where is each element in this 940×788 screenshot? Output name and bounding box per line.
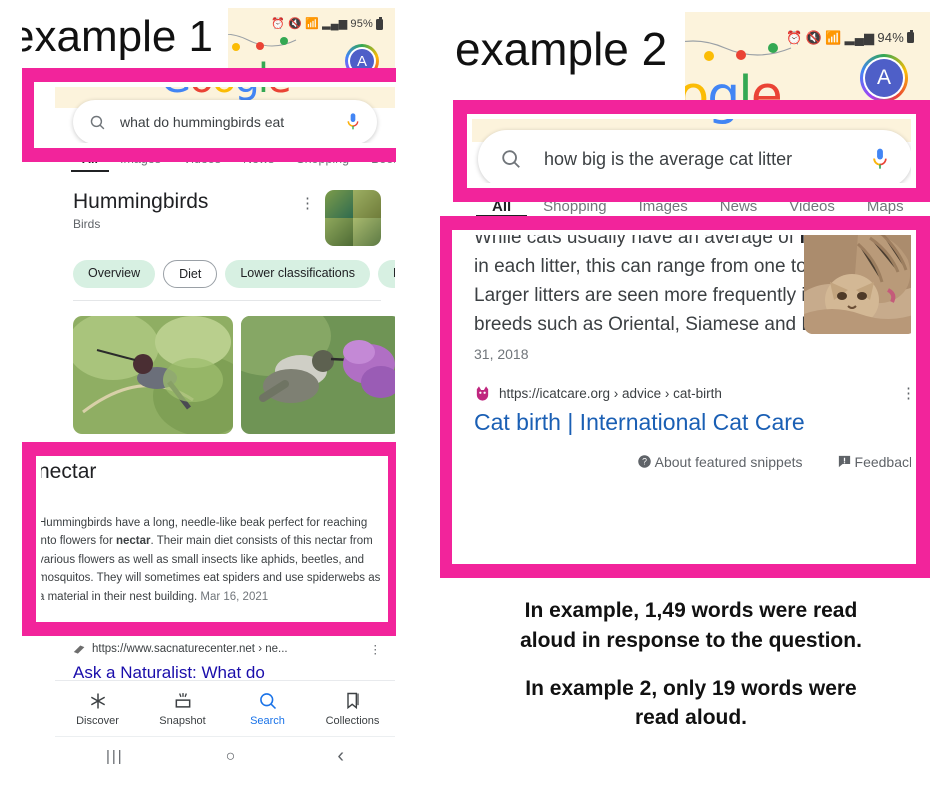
divider [73, 300, 381, 301]
mute-icon: 🔇 [805, 30, 823, 45]
example1-result-url: https://www.sacnaturecenter.net › ne... [92, 643, 288, 655]
battery-icon [376, 16, 383, 30]
more-vertical-icon[interactable]: ⋮ [370, 642, 382, 656]
highlight-box-example2-search [453, 100, 930, 202]
example1-label: example 1 [10, 12, 214, 61]
example2-status-bar: ⏰ 🔇 📶 ▂▄▆ 94% [786, 30, 914, 45]
nav-discover-label: Discover [76, 714, 119, 727]
more-vertical-icon[interactable]: ⋮ [300, 196, 315, 211]
chip-hu[interactable]: Hu [377, 260, 395, 288]
search-icon [259, 692, 276, 709]
site-favicon-icon [73, 644, 85, 654]
signal-icon: ▂▄▆ [322, 17, 348, 30]
snapshot-icon [175, 692, 190, 708]
alarm-icon: ⏰ [271, 17, 286, 30]
avatar-letter: A [876, 66, 891, 89]
chip-lower-classifications[interactable]: Lower classifications [225, 260, 370, 288]
recents-icon[interactable]: ||| [106, 748, 124, 765]
mute-icon: 🔇 [288, 17, 303, 30]
asterisk-icon [90, 693, 105, 708]
caption-line-4: read aloud. [634, 706, 748, 730]
caption-line-3: In example 2, only 19 words were [525, 676, 857, 700]
knowledge-panel-header: Hummingbirds Birds ⋮ [73, 190, 381, 246]
chip-diet[interactable]: Diet [163, 260, 218, 288]
hummingbird-photo-strip[interactable] [73, 316, 395, 434]
wifi-icon: 📶 [305, 17, 320, 30]
example1-bottom-nav[interactable]: Discover Snapshot Search Collections [55, 680, 395, 736]
chip-overview[interactable]: Overview [73, 260, 156, 288]
knowledge-panel-thumbnail[interactable] [325, 190, 381, 246]
signal-icon: ▂▄▆ [844, 30, 875, 45]
nav-search[interactable]: Search [225, 681, 310, 736]
nav-collections-label: Collections [325, 714, 380, 727]
highlight-box-example1-search [20, 68, 438, 162]
wifi-icon: 📶 [825, 30, 842, 45]
home-icon[interactable]: ○ [226, 748, 236, 766]
gutter-white-area [396, 0, 440, 788]
left-white-area [0, 0, 22, 788]
nav-collections[interactable]: Collections [310, 681, 395, 736]
nav-snapshot[interactable]: Snapshot [140, 681, 225, 736]
android-system-nav[interactable]: ||| ○ ‹ [55, 736, 395, 776]
battery-icon [907, 30, 914, 43]
battery-percent: 95% [350, 18, 373, 30]
hummingbird-photo-1[interactable] [73, 316, 233, 434]
example1-status-bar: ⏰ 🔇 📶 ▂▄▆ 95% [271, 16, 383, 30]
slide-canvas: ⏰ 🔇 📶 ▂▄▆ 95% A Google what do hummingbi… [0, 0, 940, 788]
highlight-box-example1-answer [22, 442, 402, 636]
example1-result-url-row[interactable]: https://www.sacnaturecenter.net › ne... … [73, 642, 381, 656]
slide-caption: In example, 1,49 words were read aloud i… [448, 596, 934, 733]
nav-snapshot-label: Snapshot [159, 714, 206, 727]
bookmark-icon [346, 692, 359, 709]
back-icon[interactable]: ‹ [337, 745, 344, 768]
hummingbird-photo-2[interactable] [241, 316, 395, 434]
caption-line-2: aloud in response to the question. [520, 628, 862, 652]
avatar-initial-circle: A [865, 59, 903, 97]
nav-search-label: Search [250, 714, 285, 727]
knowledge-panel-chips[interactable]: Overview Diet Lower classifications Hu [73, 260, 395, 288]
avatar-letter: A [356, 52, 367, 70]
example2-avatar[interactable]: A [860, 54, 908, 102]
nav-discover[interactable]: Discover [55, 681, 140, 736]
battery-percent: 94% [877, 30, 904, 45]
footer-white-area [0, 780, 940, 788]
example2-label: example 2 [455, 23, 668, 75]
highlight-box-example2-snippet [438, 216, 930, 578]
caption-line-1: In example, 1,49 words were read [524, 599, 858, 622]
